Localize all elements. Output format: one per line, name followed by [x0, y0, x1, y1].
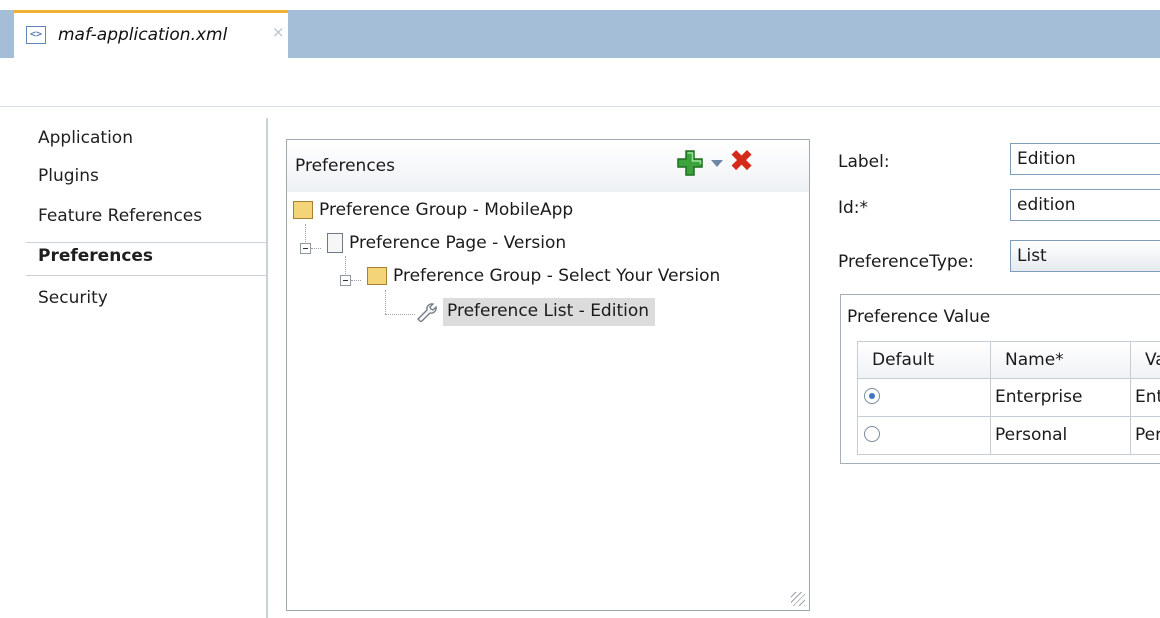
- tree-node-label: Preference List - Edition: [443, 298, 656, 326]
- editor-toolbar: [0, 58, 1160, 107]
- tree-panel-title: Preferences: [295, 156, 395, 176]
- name-cell[interactable]: Enterprise: [991, 379, 1131, 417]
- table-row[interactable]: Enterprise Ent: [857, 379, 1160, 417]
- wrench-icon: [417, 303, 437, 322]
- collapse-toggle-icon[interactable]: [300, 243, 311, 254]
- default-cell: [857, 379, 991, 417]
- id-field-label: Id:*: [838, 198, 869, 218]
- tree-connector: [351, 280, 361, 282]
- tree-panel-header: Preferences ✖: [287, 140, 809, 192]
- id-input[interactable]: [1010, 189, 1160, 221]
- label-field-label: Label:: [838, 152, 890, 172]
- nav-item-security[interactable]: Security: [38, 288, 108, 308]
- tree-node-page-version[interactable]: Preference Page - Version: [327, 233, 566, 265]
- chevron-down-icon[interactable]: [711, 160, 723, 167]
- column-header-value[interactable]: Va: [1131, 341, 1160, 379]
- nav-item-preferences[interactable]: Preferences: [38, 246, 153, 266]
- folder-icon: [293, 201, 313, 219]
- preference-value-panel: Preference Value Default Name* Va Enterp…: [840, 294, 1160, 464]
- delete-icon[interactable]: ✖: [729, 147, 754, 177]
- preference-type-value: List: [1017, 246, 1047, 266]
- tree-node-label: Preference Group - Select Your Version: [393, 266, 721, 286]
- default-cell: [857, 417, 991, 455]
- preference-type-label: PreferenceType:: [838, 252, 974, 272]
- tree-node-label: Preference Page - Version: [349, 233, 567, 253]
- tree-node-group-mobileapp[interactable]: Preference Group - MobileApp: [293, 200, 573, 232]
- folder-icon: [367, 267, 387, 285]
- value-cell[interactable]: Per: [1131, 417, 1160, 455]
- column-header-default[interactable]: Default: [857, 341, 991, 379]
- value-cell[interactable]: Ent: [1131, 379, 1160, 417]
- add-icon[interactable]: [675, 148, 705, 178]
- tree-node-group-select-version[interactable]: Preference Group - Select Your Version: [367, 266, 720, 298]
- nav-item-application[interactable]: Application: [38, 128, 133, 148]
- page-icon: [327, 233, 343, 253]
- tree-connector: [385, 314, 415, 316]
- preference-value-title: Preference Value: [847, 307, 991, 327]
- tree-node-label: Preference Group - MobileApp: [319, 200, 574, 220]
- nav-divider: [266, 118, 268, 618]
- tab-maf-application-xml[interactable]: <> maf-application.xml ×: [14, 10, 288, 58]
- grid-header-row: Default Name* Va: [857, 341, 1160, 379]
- label-input[interactable]: [1010, 143, 1160, 175]
- editor-tab-bar: <> maf-application.xml ×: [0, 0, 1160, 58]
- default-radio-personal[interactable]: [864, 426, 880, 442]
- preferences-tree-panel: Preferences ✖ Preference Group - MobileA…: [286, 139, 810, 611]
- default-radio-enterprise[interactable]: [864, 388, 880, 404]
- tree-node-list-edition[interactable]: Preference List - Edition: [415, 298, 656, 332]
- table-row[interactable]: Personal Per: [857, 417, 1160, 455]
- xml-file-icon: <>: [26, 26, 46, 44]
- nav-item-plugins[interactable]: Plugins: [38, 166, 99, 186]
- close-icon[interactable]: ×: [272, 23, 285, 41]
- name-cell[interactable]: Personal: [991, 417, 1131, 455]
- tree-connector: [311, 248, 321, 250]
- preference-type-select[interactable]: List: [1010, 240, 1160, 272]
- overview-nav: Application Plugins Feature References P…: [26, 118, 268, 618]
- tab-title: maf-application.xml: [58, 25, 228, 45]
- nav-item-feature-references[interactable]: Feature References: [38, 206, 202, 226]
- resize-grip[interactable]: [791, 592, 805, 606]
- collapse-toggle-icon[interactable]: [340, 275, 351, 286]
- column-header-name[interactable]: Name*: [991, 341, 1131, 379]
